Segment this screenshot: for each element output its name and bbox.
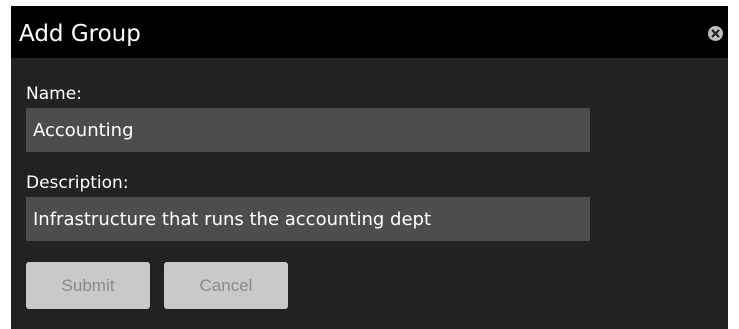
cancel-button[interactable]: Cancel [164, 262, 288, 309]
close-icon-glyph [711, 29, 720, 38]
description-label: Description: [26, 173, 129, 193]
close-icon[interactable] [708, 26, 723, 41]
add-group-dialog: Add Group Name: Description: Submit Canc… [11, 6, 728, 329]
submit-button[interactable]: Submit [26, 262, 150, 309]
dialog-titlebar: Add Group [11, 6, 728, 58]
description-input[interactable] [26, 197, 590, 241]
dialog-title: Add Group [19, 21, 141, 47]
name-input[interactable] [26, 108, 590, 152]
name-label: Name: [26, 84, 82, 104]
